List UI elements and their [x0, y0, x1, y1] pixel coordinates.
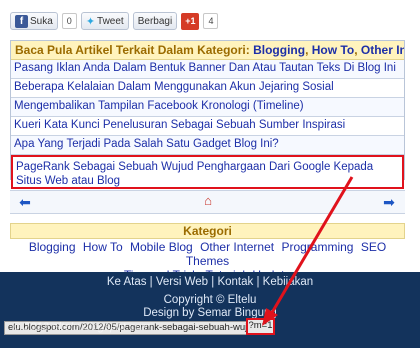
related-category-link-blogging[interactable]: Blogging	[253, 43, 305, 57]
related-articles-box: Baca Pula Artikel Terkait Dalam Kategori…	[10, 40, 405, 189]
footer-link-versi-web[interactable]: Versi Web	[156, 276, 208, 288]
related-heading-prefix: Baca Pula Artikel Terkait Dalam Kategori…	[15, 43, 250, 57]
related-article-link-highlighted[interactable]: PageRank Sebagai Sebuah Wujud Penghargaa…	[11, 155, 404, 189]
tweet-button[interactable]: ✦ Tweet	[80, 12, 129, 30]
related-category-link-other-internet[interactable]: Other Internet	[361, 43, 404, 57]
share-button[interactable]: Berbagi	[132, 12, 178, 30]
footer-copyright: Copyright © Eltelu	[163, 294, 257, 306]
next-arrow-icon[interactable]: ➡	[382, 195, 396, 209]
kategori-links: Blogging How To Mobile Blog Other Intern…	[10, 239, 405, 282]
related-article-link[interactable]: Pasang Iklan Anda Dalam Bentuk Banner Da…	[11, 60, 404, 79]
url-parameter-highlight: ?m=1	[246, 318, 275, 335]
kategori-link-programming[interactable]: Programming	[281, 240, 353, 254]
kategori-link-other-internet[interactable]: Other Internet	[200, 240, 274, 254]
google-plus-count: 4	[203, 13, 219, 29]
footer-link-kontak[interactable]: Kontak	[217, 276, 253, 288]
home-icon[interactable]: ⌂	[201, 194, 215, 208]
related-article-link[interactable]: Beberapa Kelalaian Dalam Menggunakan Aku…	[11, 79, 404, 98]
screenshot-frame: f Suka 0 ✦ Tweet Berbagi +1 4 Baca Pula …	[0, 0, 420, 348]
related-article-link[interactable]: Kueri Kata Kunci Penelusuran Sebagai Seb…	[11, 117, 404, 136]
footer-link-kebijakan[interactable]: Kebijakan	[263, 276, 314, 288]
footer-link-ke-atas[interactable]: Ke Atas	[107, 276, 147, 288]
watermark-text: © 2012 eltelu.blogspot.com	[12, 321, 151, 333]
facebook-icon: f	[15, 14, 28, 28]
kategori-link-themes[interactable]: Themes	[186, 254, 229, 268]
facebook-like-count: 0	[61, 13, 77, 29]
twitter-bird-icon: ✦	[85, 15, 96, 28]
related-articles-heading: Baca Pula Artikel Terkait Dalam Kategori…	[11, 41, 404, 60]
related-article-link[interactable]: Mengembalikan Tampilan Facebook Kronolog…	[11, 98, 404, 117]
social-share-bar: f Suka 0 ✦ Tweet Berbagi +1 4	[10, 10, 219, 32]
kategori-link-how-to[interactable]: How To	[83, 240, 123, 254]
previous-arrow-icon[interactable]: ⬅	[18, 195, 32, 209]
related-category-link-how-to[interactable]: How To	[312, 43, 354, 57]
facebook-like-button[interactable]: f Suka	[10, 12, 58, 30]
related-article-link[interactable]: Apa Yang Terjadi Pada Salah Satu Gadget …	[11, 136, 404, 155]
footer-links: Ke Atas | Versi Web | Kontak | Kebijakan	[106, 276, 314, 288]
facebook-like-label: Suka	[30, 15, 53, 27]
kategori-heading: Kategori	[10, 223, 405, 239]
kategori-link-mobile-blog[interactable]: Mobile Blog	[130, 240, 193, 254]
google-plus-one-button[interactable]: +1	[181, 12, 200, 30]
page-footer: Ke Atas | Versi Web | Kontak | Kebijakan…	[0, 272, 420, 348]
kategori-link-seo[interactable]: SEO	[361, 240, 386, 254]
footer-design-credit: Design by Semar Bingung	[143, 307, 277, 319]
share-label: Berbagi	[137, 15, 173, 27]
tweet-label: Tweet	[97, 15, 124, 27]
kategori-link-blogging[interactable]: Blogging	[29, 240, 76, 254]
post-navigation: ⬅ ⌂ ➡	[10, 190, 405, 214]
gplus-label: +1	[185, 16, 196, 26]
